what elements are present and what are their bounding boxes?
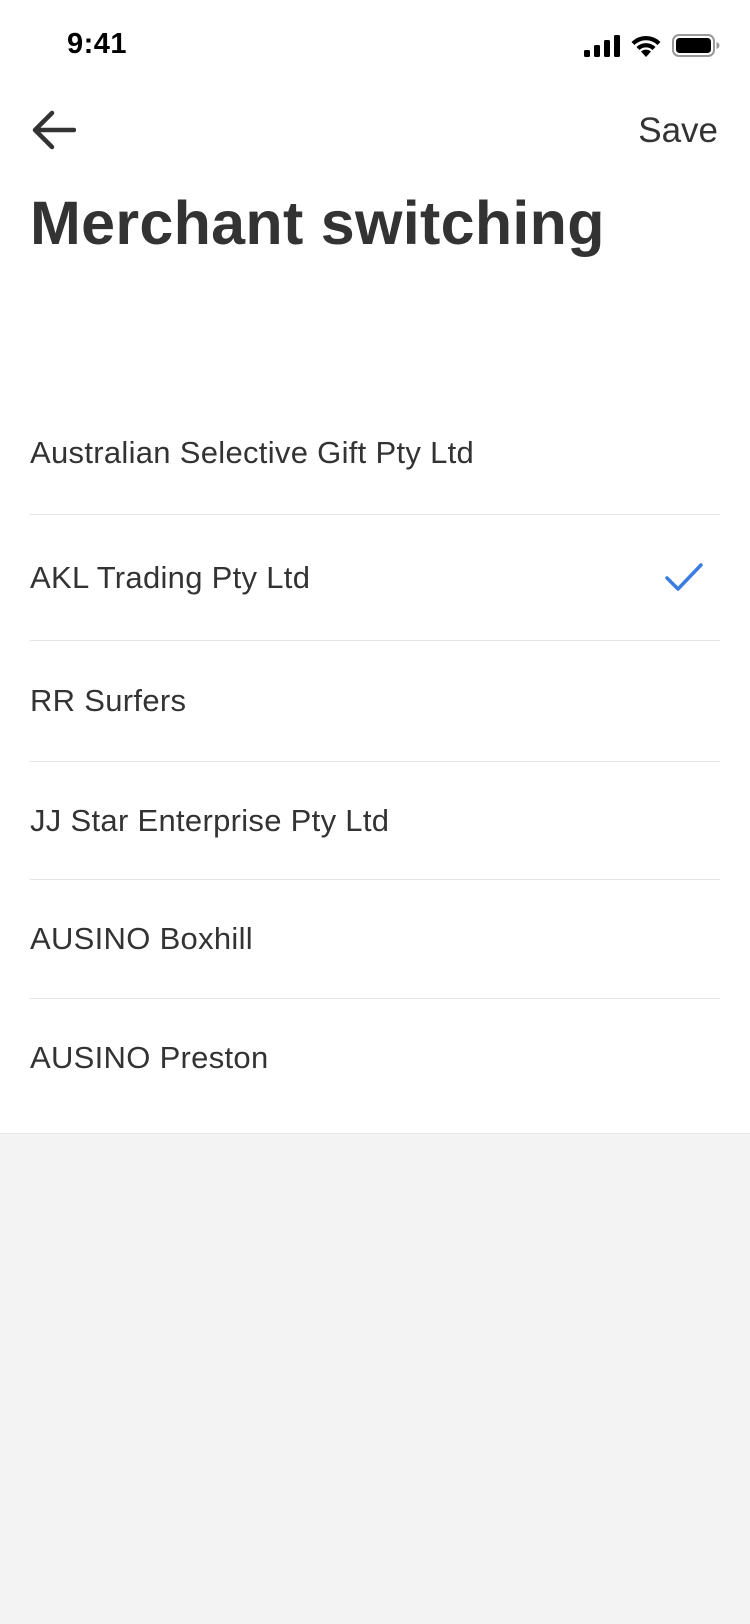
arrow-left-icon xyxy=(30,110,77,155)
merchant-list: Australian Selective Gift Pty Ltd AKL Tr… xyxy=(30,392,720,1117)
merchant-label: RR Surfers xyxy=(30,683,187,718)
back-button[interactable] xyxy=(26,105,80,159)
save-button[interactable]: Save xyxy=(638,111,718,151)
merchant-item[interactable]: JJ Star Enterprise Pty Ltd xyxy=(30,762,720,880)
merchant-item-selected[interactable]: AKL Trading Pty Ltd xyxy=(30,515,720,641)
wifi-icon xyxy=(630,34,662,57)
merchant-label: AUSINO Boxhill xyxy=(30,921,253,956)
merchant-label: Australian Selective Gift Pty Ltd xyxy=(30,435,475,470)
nav-bar: Save xyxy=(0,95,750,167)
merchant-label: JJ Star Enterprise Pty Ltd xyxy=(30,802,390,838)
battery-icon xyxy=(672,34,720,57)
content-panel: 9:41 Save Merchant switching Australian … xyxy=(0,0,750,1134)
merchant-label: AKL Trading Pty Ltd xyxy=(30,559,311,595)
page-title: Merchant switching xyxy=(30,189,605,257)
merchant-item[interactable]: AUSINO Preston xyxy=(30,999,720,1117)
status-icons xyxy=(584,34,720,57)
merchant-label: AUSINO Preston xyxy=(30,1040,269,1075)
status-bar: 9:41 xyxy=(0,0,750,90)
merchant-item[interactable]: Australian Selective Gift Pty Ltd xyxy=(30,392,720,515)
signal-icon xyxy=(584,34,620,57)
checkmark-icon xyxy=(664,562,704,594)
merchant-item[interactable]: RR Surfers xyxy=(30,641,720,762)
merchant-item[interactable]: AUSINO Boxhill xyxy=(30,880,720,999)
status-time: 9:41 xyxy=(67,28,128,60)
